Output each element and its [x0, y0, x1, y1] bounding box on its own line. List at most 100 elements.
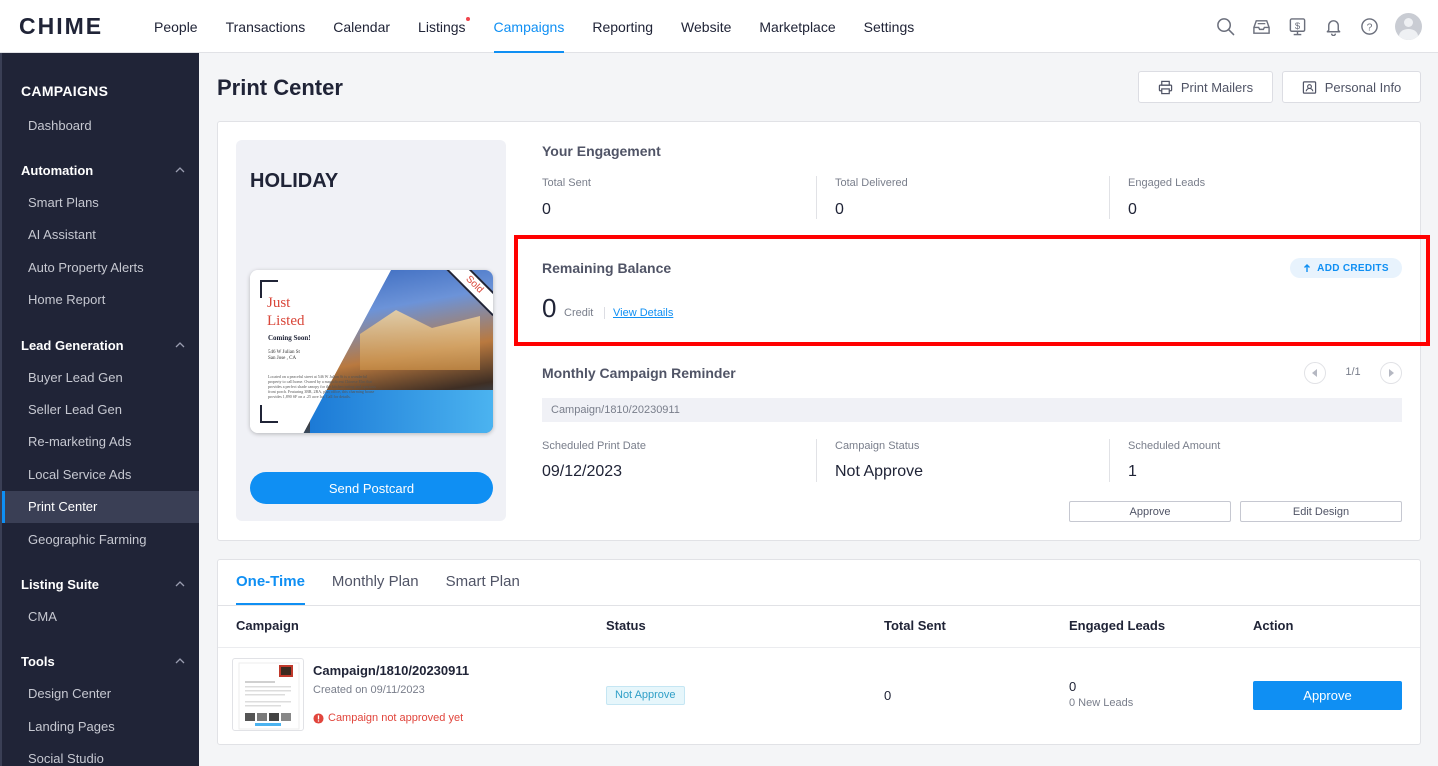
sidebar-section-label: Tools	[21, 654, 55, 669]
tab-smart-plan[interactable]: Smart Plan	[446, 559, 520, 605]
arrow-up-icon	[1304, 263, 1311, 272]
new-leads-cell: 0 New Leads	[1069, 697, 1134, 709]
sidebar-item-dashboard[interactable]: Dashboard	[2, 110, 199, 142]
total-sent-value: 0	[542, 201, 551, 218]
print-mailers-label: Print Mailers	[1180, 79, 1254, 95]
send-postcard-button[interactable]: Send Postcard	[250, 472, 493, 504]
tab-monthly-plan[interactable]: Monthly Plan	[332, 559, 419, 605]
page-title: Print Center	[217, 75, 343, 100]
print-mailers-button[interactable]: Print Mailers	[1138, 71, 1273, 103]
sidebar-section-tools[interactable]: Tools	[21, 654, 187, 669]
engaged-leads-cell: 0	[1069, 679, 1077, 694]
chevron-up-icon	[175, 167, 185, 173]
nav-settings[interactable]: Settings	[850, 0, 929, 53]
campaign-created-date: Created on 09/11/2023	[313, 684, 425, 696]
notification-dot	[465, 17, 470, 21]
sidebar-item-buyer-lead-gen[interactable]: Buyer Lead Gen	[2, 362, 199, 394]
sidebar-item-landing-pages[interactable]: Landing Pages	[2, 711, 199, 743]
divider	[1109, 176, 1110, 219]
caret-left-icon	[1312, 369, 1317, 377]
printer-icon	[1158, 80, 1173, 94]
sidebar-section-lead-generation[interactable]: Lead Generation	[21, 338, 187, 353]
postcard-headline-2: Listed	[267, 313, 305, 329]
sidebar-item-local-service-ads[interactable]: Local Service Ads	[2, 459, 199, 491]
inbox-icon[interactable]	[1251, 17, 1271, 37]
column-header-status: Status	[606, 618, 646, 633]
bell-icon[interactable]	[1323, 17, 1343, 37]
sidebar-item-social-studio[interactable]: Social Studio	[2, 743, 199, 766]
nav-listings[interactable]: Listings	[404, 0, 479, 53]
personal-info-label: Personal Info	[1324, 79, 1402, 95]
scheduled-amount-value: 1	[1128, 463, 1137, 480]
nav-reporting[interactable]: Reporting	[578, 0, 667, 53]
svg-text:$: $	[1294, 21, 1300, 32]
pager-text: 1/1	[1345, 366, 1361, 378]
postcard-coming-soon: Coming Soon!	[268, 334, 311, 342]
personal-info-button[interactable]: Personal Info	[1282, 71, 1421, 103]
chime-logo[interactable]: CHIME	[19, 13, 103, 40]
sidebar-item-cma[interactable]: CMA	[2, 601, 199, 633]
reminder-approve-button[interactable]: Approve	[1069, 501, 1231, 522]
campaign-warning: Campaign not approved yet	[313, 712, 463, 724]
id-card-icon	[1302, 80, 1316, 94]
view-details-link[interactable]: View Details	[613, 307, 673, 319]
highlight-box	[514, 235, 1430, 346]
help-icon[interactable]: ?	[1359, 17, 1379, 37]
caret-right-icon	[1389, 369, 1394, 377]
reminder-campaign-name: Campaign/1810/20230911	[542, 398, 1402, 422]
nav-listings-label: Listings	[418, 19, 466, 35]
status-badge: Not Approve	[606, 686, 685, 705]
add-credits-button[interactable]: ADD CREDITS	[1290, 258, 1402, 278]
search-icon[interactable]	[1215, 17, 1235, 37]
approve-campaign-button[interactable]: Approve	[1253, 681, 1402, 710]
sidebar-item-design-center[interactable]: Design Center	[2, 678, 199, 710]
chevron-up-icon	[175, 342, 185, 348]
next-page-button[interactable]	[1380, 362, 1402, 384]
divider	[604, 307, 605, 319]
campaign-thumbnail[interactable]	[232, 658, 304, 731]
total-sent-label: Total Sent	[542, 177, 591, 189]
engaged-leads-value: 0	[1128, 201, 1137, 218]
sidebar: CAMPAIGNS Dashboard Automation Smart Pla…	[0, 53, 199, 766]
monthly-reminder-title: Monthly Campaign Reminder	[542, 365, 736, 381]
sidebar-section-label: Lead Generation	[21, 338, 124, 353]
dollar-icon[interactable]: $	[1287, 17, 1307, 37]
divider	[816, 439, 817, 482]
nav-people[interactable]: People	[140, 0, 212, 53]
column-header-total-sent: Total Sent	[884, 618, 946, 633]
sidebar-item-print-center[interactable]: Print Center	[2, 491, 199, 523]
sidebar-item-seller-lead-gen[interactable]: Seller Lead Gen	[2, 394, 199, 426]
nav-website[interactable]: Website	[667, 0, 745, 53]
total-delivered-label: Total Delivered	[835, 177, 908, 189]
nav-transactions[interactable]: Transactions	[212, 0, 320, 53]
nav-marketplace[interactable]: Marketplace	[745, 0, 849, 53]
sidebar-item-smart-plans[interactable]: Smart Plans	[2, 187, 199, 219]
campaign-name[interactable]: Campaign/1810/20230911	[313, 663, 469, 678]
divider	[218, 647, 1420, 648]
sidebar-item-remarketing-ads[interactable]: Re-marketing Ads	[2, 426, 199, 458]
engaged-leads-label: Engaged Leads	[1128, 177, 1206, 189]
divider	[1109, 439, 1110, 482]
sidebar-item-geographic-farming[interactable]: Geographic Farming	[2, 524, 199, 556]
prev-page-button[interactable]	[1304, 362, 1326, 384]
divider	[218, 605, 1420, 606]
svg-text:?: ?	[1366, 22, 1372, 33]
top-icons: $ ?	[1215, 0, 1422, 53]
engagement-title: Your Engagement	[542, 143, 661, 159]
tab-one-time[interactable]: One-Time	[236, 559, 305, 605]
chevron-up-icon	[175, 658, 185, 664]
sidebar-item-ai-assistant[interactable]: AI Assistant	[2, 219, 199, 251]
sidebar-item-home-report[interactable]: Home Report	[2, 284, 199, 316]
column-header-engaged-leads: Engaged Leads	[1069, 618, 1166, 633]
column-header-action: Action	[1253, 618, 1294, 633]
nav-campaigns[interactable]: Campaigns	[480, 0, 579, 53]
edit-design-button[interactable]: Edit Design	[1240, 501, 1402, 522]
sidebar-item-auto-property-alerts[interactable]: Auto Property Alerts	[2, 252, 199, 284]
avatar[interactable]	[1395, 13, 1422, 40]
balance-unit: Credit	[564, 307, 594, 319]
nav-calendar[interactable]: Calendar	[319, 0, 404, 53]
sidebar-section-listing-suite[interactable]: Listing Suite	[21, 577, 187, 592]
sidebar-section-automation[interactable]: Automation	[21, 163, 187, 178]
total-delivered-value: 0	[835, 201, 844, 218]
postcard-preview[interactable]: Just Listed Coming Soon! 546 W Julian St S…	[250, 270, 493, 433]
